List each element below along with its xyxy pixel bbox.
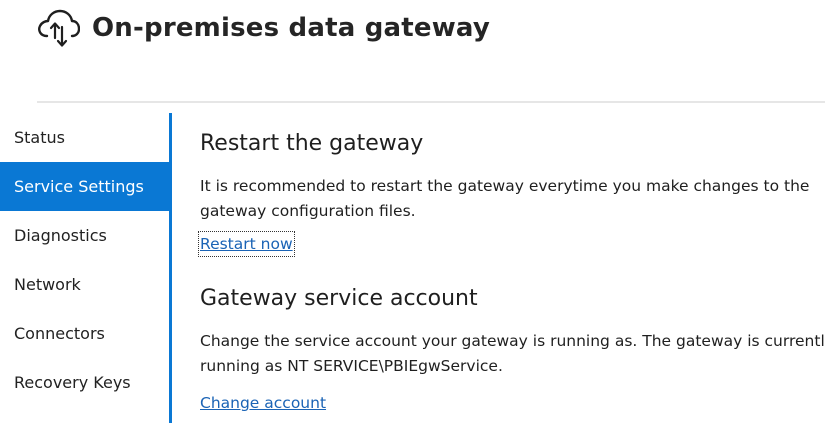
restart-now-link[interactable]: Restart now — [198, 231, 295, 257]
page-title: On-premises data gateway — [92, 13, 491, 43]
sidebar-item-diagnostics[interactable]: Diagnostics — [0, 211, 169, 260]
change-account-link[interactable]: Change account — [200, 392, 326, 414]
restart-description-line1: It is recommended to restart the gateway… — [200, 177, 810, 195]
cloud-sync-icon — [36, 6, 81, 50]
header-divider — [37, 101, 825, 103]
service-account-section: Gateway service account Change the servi… — [200, 281, 825, 414]
restart-section: Restart the gateway It is recommended to… — [198, 126, 825, 257]
restart-link-row: Restart now — [198, 231, 825, 257]
sidebar-item-service-settings[interactable]: Service Settings — [0, 162, 169, 211]
service-account-description-line1: Change the service account your gateway … — [200, 332, 825, 350]
app-header: On-premises data gateway — [36, 6, 490, 50]
settings-content: Restart the gateway It is recommended to… — [198, 126, 825, 414]
restart-description-line2: gateway configuration files. — [200, 202, 416, 220]
restart-title: Restart the gateway — [200, 131, 424, 156]
sidebar-nav: Status Service Settings Diagnostics Netw… — [0, 113, 172, 423]
gateway-app: On-premises data gateway Status Service … — [0, 0, 825, 423]
sidebar-item-connectors[interactable]: Connectors — [0, 309, 169, 358]
sidebar-item-status[interactable]: Status — [0, 113, 169, 162]
change-account-link-row: Change account — [200, 392, 825, 414]
service-account-description-line2: running as NT SERVICE\PBIEgwService. — [200, 357, 503, 375]
sidebar-item-network[interactable]: Network — [0, 260, 169, 309]
sidebar-item-recovery-keys[interactable]: Recovery Keys — [0, 358, 169, 407]
service-account-title: Gateway service account — [200, 286, 478, 311]
